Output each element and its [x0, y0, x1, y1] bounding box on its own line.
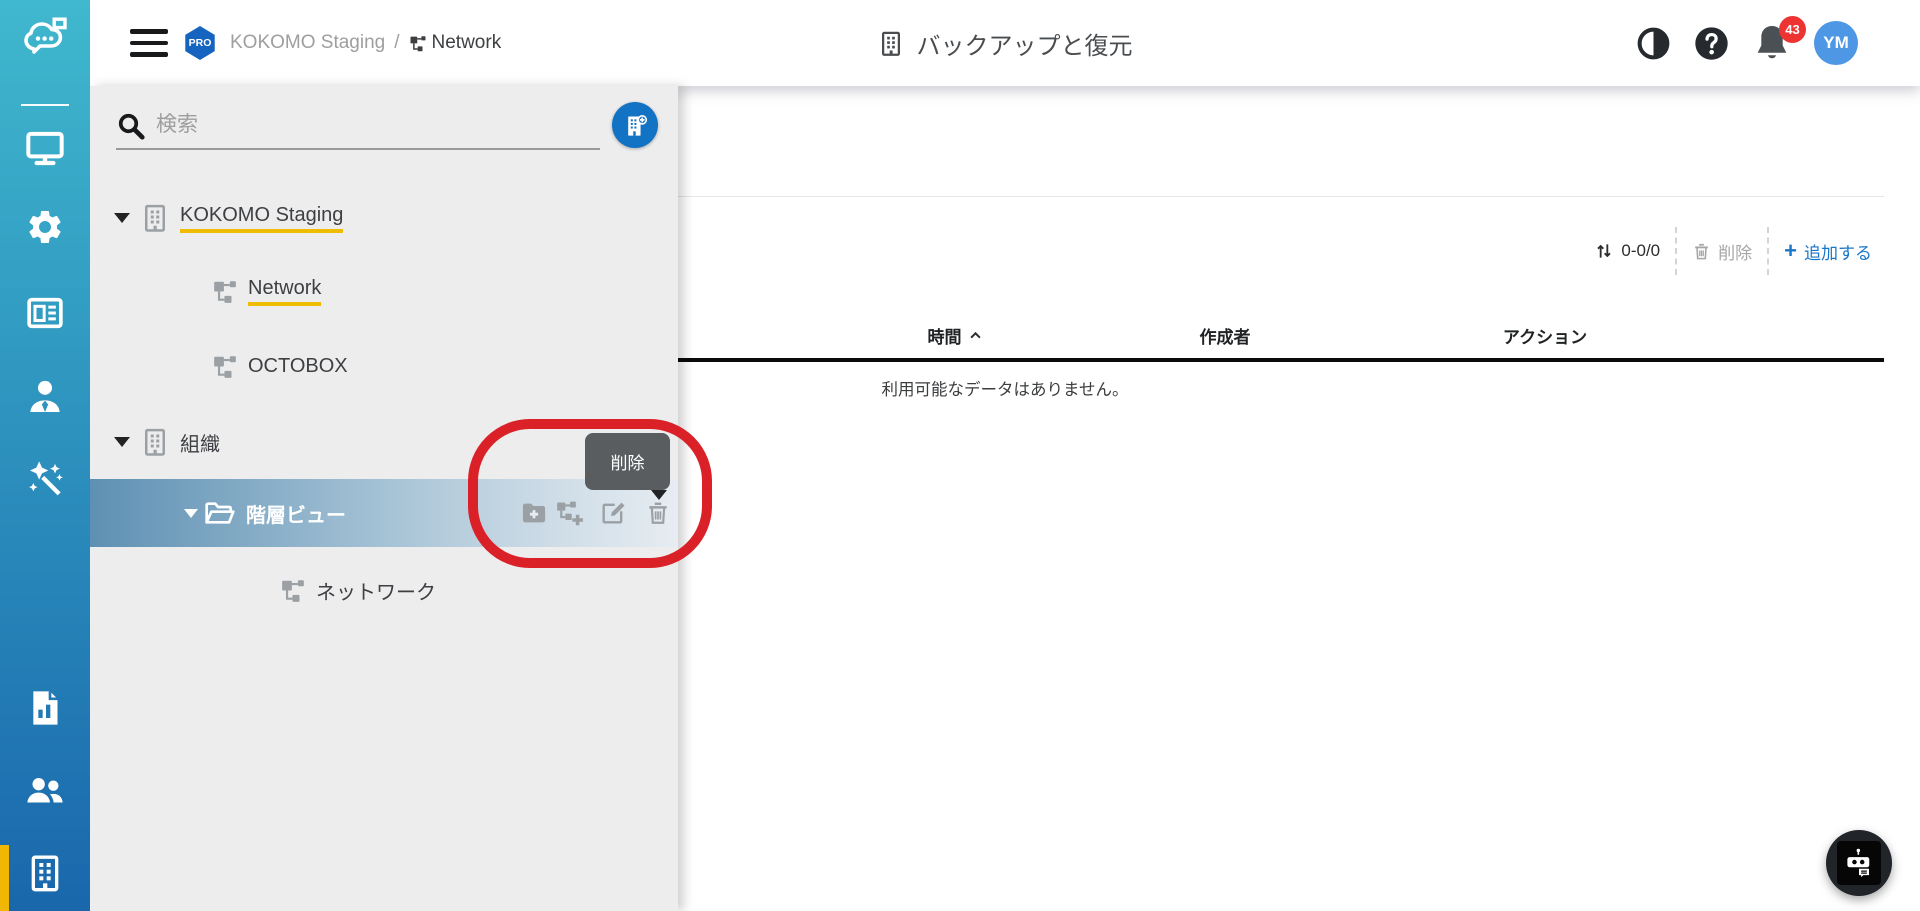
building-icon — [140, 203, 170, 233]
sidebar-item-monitor-icon[interactable] — [25, 128, 65, 168]
trash-icon — [1692, 242, 1711, 261]
search-icon — [116, 111, 146, 141]
help-button[interactable] — [1693, 25, 1730, 62]
tree-item-label: ネットワーク — [316, 576, 436, 605]
column-header-action-label: アクション — [1503, 323, 1587, 348]
column-header-time[interactable]: 時間 — [885, 314, 1025, 356]
tooltip-arrow — [651, 490, 667, 500]
notifications-button[interactable]: 43 — [1751, 22, 1793, 64]
delete-button[interactable] — [645, 499, 669, 527]
add-folder-button[interactable] — [520, 499, 548, 527]
chevron-down-icon[interactable] — [184, 509, 198, 518]
column-header-action: アクション — [1455, 314, 1635, 356]
column-header-creator-label: 作成者 — [1200, 323, 1251, 348]
building-plus-icon — [622, 112, 649, 139]
range-label: 0-0/0 — [1621, 241, 1660, 261]
add-organization-button[interactable] — [612, 102, 658, 148]
breadcrumb-separator: / — [394, 32, 399, 54]
tree-item-label: 階層ビュー — [246, 499, 346, 528]
search-underline — [116, 148, 600, 150]
column-header-creator: 作成者 — [1145, 314, 1305, 356]
sidebar-item-building-icon[interactable] — [25, 853, 65, 893]
tree-item-label: KOKOMO Staging — [180, 204, 343, 233]
toolbar-separator — [1675, 227, 1677, 275]
robot-icon — [1837, 841, 1881, 885]
search-input[interactable] — [156, 104, 586, 146]
toolbar-separator — [1767, 227, 1769, 275]
plus-icon — [1784, 240, 1797, 262]
active-item-marker — [0, 845, 9, 911]
breadcrumb-org[interactable]: KOKOMO Staging — [230, 32, 385, 54]
edit-button[interactable] — [599, 499, 627, 527]
hamburger-menu-button[interactable] — [130, 29, 168, 57]
avatar[interactable]: YM — [1814, 21, 1858, 65]
sidebar-item-magic-wand-icon[interactable] — [25, 458, 65, 498]
chevron-down-icon[interactable] — [114, 213, 130, 223]
network-icon — [212, 278, 238, 304]
sidebar-item-users-icon[interactable] — [25, 770, 65, 810]
sort-range-control[interactable]: 0-0/0 — [1594, 241, 1660, 261]
column-header-time-label: 時間 — [928, 323, 962, 348]
pro-badge: PRO — [184, 26, 216, 60]
sidebar-item-gear-icon[interactable] — [25, 207, 65, 247]
delete-button[interactable]: 削除 — [1692, 239, 1752, 264]
delete-tooltip: 削除 — [585, 433, 670, 490]
app-sidebar — [0, 0, 90, 911]
chevron-down-icon[interactable] — [114, 437, 130, 447]
page-title-label: バックアップと復元 — [917, 26, 1133, 61]
network-icon — [212, 353, 238, 379]
sidebar-item-report-icon[interactable] — [25, 688, 65, 728]
theme-contrast-button[interactable] — [1635, 25, 1672, 62]
building-icon — [878, 30, 905, 57]
breadcrumb-page[interactable]: Network — [409, 32, 502, 54]
breadcrumb: KOKOMO Staging / Network — [230, 0, 501, 86]
tree-item-nettowaku[interactable]: ネットワーク — [90, 571, 678, 609]
folder-open-icon — [204, 497, 236, 529]
add-network-button[interactable] — [556, 499, 584, 527]
notification-badge: 43 — [1779, 16, 1806, 43]
tree-item-label: 組織 — [180, 428, 220, 457]
tree-item-label: Network — [248, 277, 321, 306]
sort-ascending-icon — [968, 328, 983, 343]
swap-vert-icon — [1594, 241, 1614, 261]
sidebar-item-news-icon[interactable] — [25, 293, 65, 333]
delete-label: 削除 — [1718, 239, 1752, 264]
sidebar-item-person-tie-icon[interactable] — [25, 377, 65, 417]
tree-item-label: OCTOBOX — [248, 355, 348, 378]
table-toolbar: 0-0/0 削除 追加する — [1594, 225, 1872, 277]
building-icon — [140, 427, 170, 457]
org-tree-drawer: KOKOMO Staging Network OCTOBOX 組織 階層ビュー … — [90, 86, 678, 911]
app-logo-chat-icon[interactable] — [21, 14, 69, 62]
add-button[interactable]: 追加する — [1784, 239, 1872, 264]
sidebar-divider — [21, 104, 69, 106]
page-title: バックアップと復元 — [878, 0, 1133, 86]
tree-item-network[interactable]: Network — [90, 272, 678, 310]
network-icon — [280, 577, 306, 603]
network-icon — [409, 34, 427, 52]
chat-bot-button[interactable] — [1826, 830, 1892, 896]
tree-item-kokomo-staging[interactable]: KOKOMO Staging — [90, 198, 678, 238]
top-header: PRO KOKOMO Staging / Network バックアップと復元 4… — [90, 0, 1920, 86]
header-actions: 43 YM — [1635, 0, 1858, 86]
tree-item-octobox[interactable]: OCTOBOX — [90, 347, 678, 385]
breadcrumb-page-label: Network — [432, 32, 502, 54]
add-label: 追加する — [1804, 239, 1872, 264]
